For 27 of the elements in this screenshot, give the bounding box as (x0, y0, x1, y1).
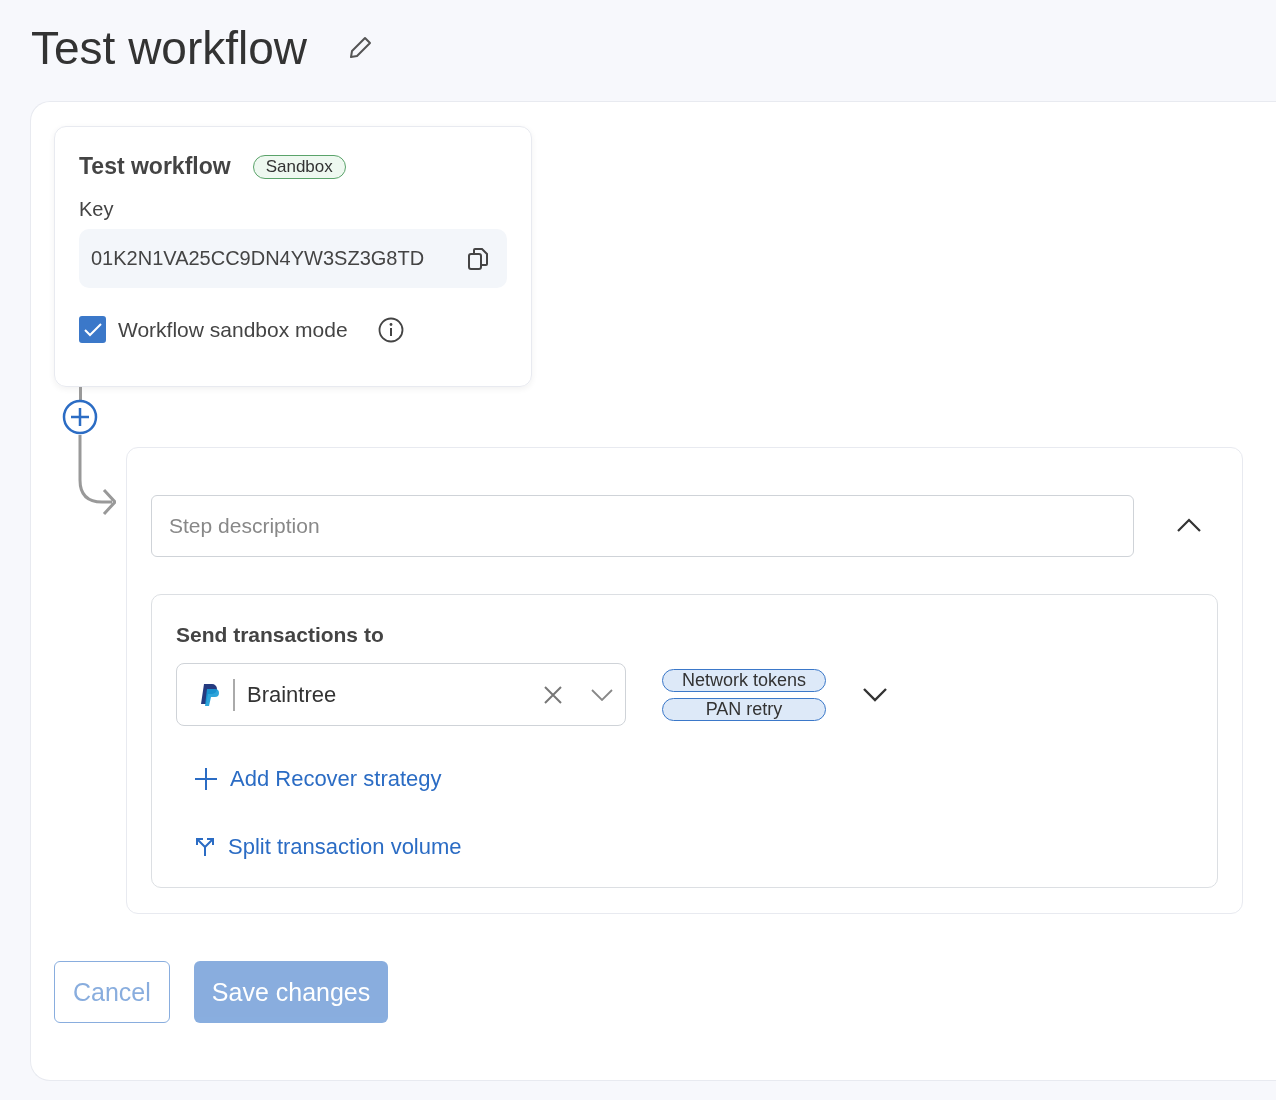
dropdown-chevron-icon[interactable] (591, 688, 613, 701)
checkbox-label: Workflow sandbox mode (118, 317, 348, 342)
chevron-icon (1176, 516, 1202, 533)
info-icon[interactable] (377, 316, 404, 343)
split-arrows-icon (194, 836, 216, 858)
key-label: Key (79, 198, 115, 221)
copy-icon[interactable] (467, 246, 489, 271)
plus-icon (194, 767, 218, 791)
feature-tag: Network tokens (662, 668, 826, 692)
page-title: Test workflow (31, 21, 308, 75)
payment-logo-icon (199, 682, 219, 707)
split-volume-link[interactable]: Split transaction volume (194, 834, 1193, 860)
clear-icon[interactable] (543, 684, 563, 705)
checkbox[interactable] (79, 316, 106, 343)
checkmark-icon (83, 322, 102, 337)
add-step-button[interactable] (62, 399, 98, 435)
add-strategy-link[interactable]: Add Recover strategy (194, 766, 1193, 792)
feature-tag: PAN retry (662, 697, 826, 721)
step-description-field[interactable]: Step description (151, 495, 1134, 557)
processor-select[interactable]: Braintree (176, 663, 626, 726)
key-value: 01K2N1VA25CC9DN4YW3SZ3G8TD (91, 247, 425, 270)
processor-name: Braintree (247, 681, 338, 708)
section-label: Send transactions to (176, 623, 385, 647)
workflow-title: Test workflow (79, 153, 231, 180)
pencil-icon[interactable] (347, 35, 374, 61)
sandbox-badge: Sandbox (252, 154, 346, 179)
expand-chevron-icon[interactable] (862, 686, 888, 703)
